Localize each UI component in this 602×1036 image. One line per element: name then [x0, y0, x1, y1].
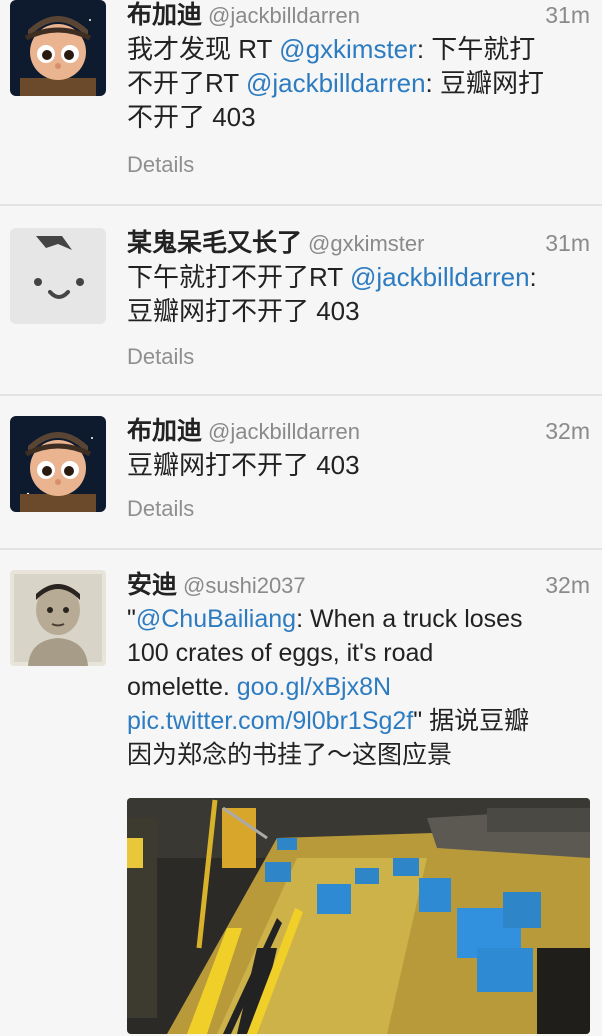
screen-name[interactable]: @sushi2037 — [183, 573, 306, 598]
media-link[interactable]: pic.twitter.com/9l0br1Sg2f — [127, 707, 413, 735]
tweet-item[interactable]: 某鬼呆毛又长了 @gxkimster 31m 下午就打不开了RT @jackbil… — [0, 206, 602, 396]
text-line: 100 crates of eggs, it's road — [127, 639, 434, 667]
text-fragment: " 据说豆瓣 — [413, 707, 530, 735]
display-name[interactable]: 某鬼呆毛又长了 — [127, 229, 302, 257]
mention-link[interactable]: @ChuBailiang — [136, 605, 296, 633]
tweet-header: 安迪 @sushi2037 32m — [127, 568, 590, 602]
child-photo-avatar-icon — [10, 570, 106, 666]
details-link[interactable]: Details — [127, 152, 194, 178]
screen-name[interactable]: @gxkimster — [308, 231, 424, 256]
text-fragment: 不开了RT — [127, 68, 246, 98]
tweet-media-photo[interactable] — [127, 798, 590, 1034]
tweet-text: 豆瓣网打不开了 403 — [127, 448, 590, 482]
text-fragment: : 豆瓣网打 — [425, 68, 544, 98]
text-fragment: " — [127, 605, 136, 633]
tweet-header: 布加迪 @jackbilldarren 32m — [127, 414, 590, 448]
text-fragment: : — [529, 262, 537, 292]
screen-name[interactable]: @jackbilldarren — [208, 3, 360, 28]
text-fragment: omelette. — [127, 673, 237, 701]
avatar[interactable] — [10, 416, 106, 512]
tweet-content: 布加迪 @jackbilldarren 32m 豆瓣网打不开了 403 Detai… — [127, 414, 590, 521]
tweet-text: 下午就打不开了RT @jackbilldarren: 豆瓣网打不开了 403 — [127, 260, 590, 328]
timestamp: 32m — [545, 572, 590, 598]
road-eggs-photo-icon — [127, 798, 590, 1034]
tweet-content: 布加迪 @jackbilldarren 31m 我才发现 RT @gxkimste… — [127, 0, 590, 177]
tweet-item[interactable]: 安迪 @sushi2037 32m "@ChuBailiang: When a t… — [0, 550, 602, 1036]
tweet-text: "@ChuBailiang: When a truck loses 100 cr… — [127, 602, 590, 772]
tweet-content: 某鬼呆毛又长了 @gxkimster 31m 下午就打不开了RT @jackbil… — [127, 226, 590, 369]
boy-cartoon-avatar-icon — [10, 416, 106, 512]
text-line: 豆瓣网打不开了 403 — [127, 296, 360, 326]
text-line: 豆瓣网打不开了 403 — [127, 450, 360, 480]
mention-link[interactable]: @gxkimster — [279, 34, 417, 64]
text-fragment: 下午就打不开了RT — [127, 262, 350, 292]
default-face-avatar-icon — [10, 228, 106, 324]
tweet-content: 安迪 @sushi2037 32m "@ChuBailiang: When a t… — [127, 568, 590, 772]
tweet-header: 布加迪 @jackbilldarren 31m — [127, 0, 590, 32]
text-fragment: : 下午就打 — [416, 34, 536, 64]
text-line: 因为郑念的书挂了～这图应景 — [127, 741, 453, 769]
display-name[interactable]: 布加迪 — [127, 1, 202, 29]
text-line: 不开了 403 — [127, 102, 256, 132]
tweet-header: 某鬼呆毛又长了 @gxkimster 31m — [127, 226, 590, 260]
details-link[interactable]: Details — [127, 344, 194, 370]
timeline: 布加迪 @jackbilldarren 31m 我才发现 RT @gxkimste… — [0, 0, 602, 1036]
tweet-text: 我才发现 RT @gxkimster: 下午就打 不开了RT @jackbill… — [127, 32, 590, 134]
avatar[interactable] — [10, 0, 106, 96]
avatar[interactable] — [10, 228, 106, 324]
boy-cartoon-avatar-icon — [10, 0, 106, 96]
timestamp: 32m — [545, 418, 590, 444]
url-link[interactable]: goo.gl/xBjx8N — [237, 673, 391, 701]
tweet-item[interactable]: 布加迪 @jackbilldarren 31m 我才发现 RT @gxkimste… — [0, 0, 602, 206]
text-fragment: : When a truck loses — [296, 605, 523, 633]
text-fragment: 我才发现 RT — [127, 34, 280, 64]
mention-link[interactable]: @jackbilldarren — [246, 68, 426, 98]
timestamp: 31m — [545, 230, 590, 256]
avatar[interactable] — [10, 570, 106, 666]
display-name[interactable]: 布加迪 — [127, 417, 202, 445]
timestamp: 31m — [545, 2, 590, 28]
tweet-item[interactable]: 布加迪 @jackbilldarren 32m 豆瓣网打不开了 403 Detai… — [0, 396, 602, 550]
screen-name[interactable]: @jackbilldarren — [208, 419, 360, 444]
display-name[interactable]: 安迪 — [127, 571, 177, 599]
details-link[interactable]: Details — [127, 496, 194, 522]
mention-link[interactable]: @jackbilldarren — [350, 262, 530, 292]
